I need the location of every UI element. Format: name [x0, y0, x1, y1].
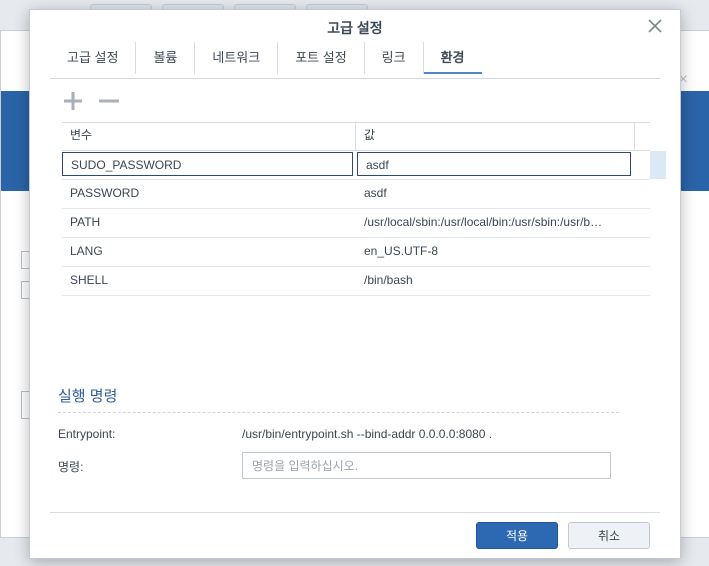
row-selection-marker: [650, 151, 666, 179]
tab-advanced[interactable]: 고급 설정: [50, 42, 137, 74]
tab-links[interactable]: 링크: [365, 42, 424, 74]
cell-variable: PASSWORD: [70, 186, 140, 200]
cell-variable: PATH: [70, 215, 101, 229]
command-input[interactable]: [242, 452, 611, 479]
tab-network[interactable]: 네트워크: [195, 42, 279, 74]
cell-value: /bin/bash: [364, 273, 413, 287]
command-label: 명령:: [58, 460, 84, 474]
table-header: 변수 값: [62, 123, 650, 151]
entrypoint-value: /usr/bin/entrypoint.sh --bind-addr 0.0.0…: [242, 427, 493, 441]
table-row[interactable]: LANG en_US.UTF-8: [62, 238, 650, 267]
cell-value: asdf: [364, 186, 387, 200]
cell-value: /usr/local/sbin:/usr/local/bin:/usr/sbin…: [364, 215, 604, 229]
table-row[interactable]: SHELL /bin/bash: [62, 267, 650, 296]
tab-environment[interactable]: 환경: [423, 42, 482, 74]
table-row[interactable]: PASSWORD asdf: [62, 180, 650, 209]
table-row[interactable]: PATH /usr/local/sbin:/usr/local/bin:/usr…: [62, 209, 650, 238]
footer-divider: [50, 512, 660, 513]
column-header-variable[interactable]: 변수: [62, 123, 356, 150]
column-header-value[interactable]: 값: [356, 123, 634, 150]
cell-variable: SHELL: [70, 273, 109, 287]
value-edit-field[interactable]: asdf: [357, 152, 631, 176]
add-icon[interactable]: [62, 90, 84, 112]
apply-button[interactable]: 적용: [476, 522, 558, 549]
cell-value: en_US.UTF-8: [364, 244, 439, 258]
tab-port-settings[interactable]: 포트 설정: [278, 42, 365, 74]
tab-bar: 고급 설정 볼륨 네트워크 포트 설정 링크 환경: [50, 42, 660, 79]
close-icon[interactable]: [646, 17, 664, 35]
entrypoint-label: Entrypoint:: [58, 427, 116, 441]
exec-command-section-title: 실행 명령: [58, 385, 619, 413]
cell-variable: LANG: [70, 244, 103, 258]
environment-table: 변수 값 SUDO_PASSWORD asdf PASSWORD asdf PA…: [62, 122, 666, 296]
cancel-button[interactable]: 취소: [568, 522, 650, 549]
advanced-settings-dialog: 고급 설정 고급 설정 볼륨 네트워크 포트 설정 링크 환경 변수 값 SUD…: [29, 9, 681, 559]
tab-volume[interactable]: 볼륨: [136, 42, 196, 74]
variable-edit-field[interactable]: SUDO_PASSWORD: [62, 152, 353, 176]
table-row-editing[interactable]: SUDO_PASSWORD asdf: [62, 151, 666, 180]
remove-icon[interactable]: [98, 90, 120, 112]
dialog-title: 고급 설정: [327, 20, 383, 36]
